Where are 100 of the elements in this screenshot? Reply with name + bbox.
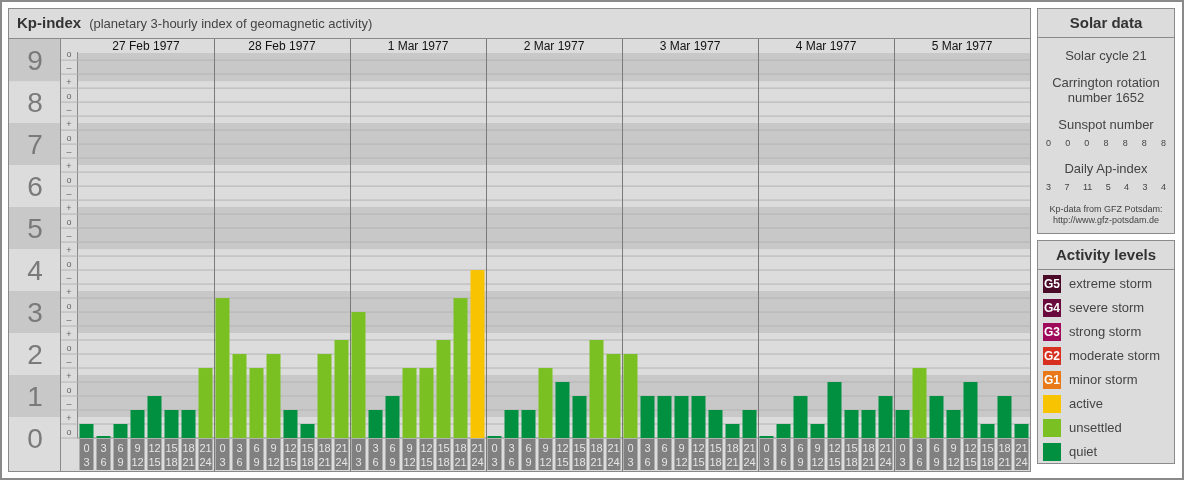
x-tick-label: 0 3 <box>491 442 498 468</box>
time-label: 21 24 <box>470 439 485 470</box>
chart-subtitle: (planetary 3-hourly index of geomagnetic activity) <box>89 14 373 33</box>
kp-axis-label: 0 <box>27 423 43 454</box>
time-label: 18 21 <box>997 439 1012 470</box>
time-label: 6 9 <box>929 439 944 470</box>
x-tick-label: 0 3 <box>627 442 634 468</box>
kp-sub-label: – <box>66 273 72 284</box>
kp-axis-label: 9 <box>27 45 43 77</box>
time-label: 18 21 <box>861 439 876 470</box>
time-label: 0 3 <box>623 439 638 470</box>
kp-axis-label: 1 <box>27 381 43 412</box>
time-label: 3 6 <box>368 439 383 470</box>
time-label: 0 3 <box>351 439 366 470</box>
panel-title: Activity levels <box>1038 241 1174 270</box>
time-label: 6 9 <box>113 439 128 470</box>
credit-link[interactable]: http://www.gfz-potsdam.de <box>1052 215 1160 226</box>
kp-sub-label: o <box>66 91 72 102</box>
level-label: active <box>1069 395 1103 414</box>
ap-index-label: Daily Ap-index <box>1064 161 1148 176</box>
time-label: 0 3 <box>215 439 230 470</box>
date-label: 28 Feb 1977 <box>248 39 316 53</box>
solar-cycle-text: Solar cycle 21 <box>1065 48 1147 63</box>
kp-sub-label: o <box>66 301 72 312</box>
kp-sub-label: + <box>66 119 72 130</box>
kp-axis-label: 2 <box>27 339 43 371</box>
x-tick-label: 6 9 <box>661 442 668 468</box>
time-label: 6 9 <box>249 439 264 470</box>
kp-sub-label: + <box>66 329 72 340</box>
time-label: 9 12 <box>946 439 961 470</box>
time-label: 18 21 <box>589 439 604 470</box>
kp-sub-label: o <box>66 175 72 186</box>
time-label: 3 6 <box>912 439 927 470</box>
date-label: 2 Mar 1977 <box>523 39 585 53</box>
kp-sub-label: – <box>66 231 72 242</box>
kp-axis-label: 8 <box>27 87 43 119</box>
kp-sub-label: + <box>66 203 72 214</box>
rotation-text: Carrington rotation number 1652 <box>1051 75 1161 105</box>
kp-sub-label: – <box>66 315 72 326</box>
time-label: 6 9 <box>521 439 536 470</box>
kp-sub-label: + <box>66 371 72 381</box>
time-label: 0 3 <box>759 439 774 470</box>
time-label: 0 3 <box>79 439 94 470</box>
kp-axis-label: 6 <box>27 171 43 203</box>
x-tick-label: 3 6 <box>644 442 651 468</box>
time-label: 12 15 <box>283 439 298 470</box>
kp-sub-label: – <box>66 357 72 368</box>
x-tick-label: 3 6 <box>372 442 379 468</box>
time-label: 21 24 <box>1014 439 1029 470</box>
x-tick-label: 0 3 <box>763 442 770 468</box>
chart-title: Kp-index <box>17 13 82 34</box>
level-label: severe storm <box>1069 299 1145 318</box>
x-tick-label: 6 9 <box>117 442 124 468</box>
time-label: 15 18 <box>980 439 995 470</box>
time-label: 6 9 <box>385 439 400 470</box>
x-tick-label: 6 9 <box>389 442 396 468</box>
level-label: strong storm <box>1069 323 1142 342</box>
time-label: 9 12 <box>266 439 281 470</box>
time-label: 6 9 <box>657 439 672 470</box>
x-tick-label: 0 3 <box>899 442 906 468</box>
time-label: 12 15 <box>555 439 570 470</box>
time-label: 12 15 <box>827 439 842 470</box>
level-label: extreme storm <box>1069 275 1153 294</box>
time-label: 15 18 <box>708 439 723 470</box>
time-label: 18 21 <box>725 439 740 470</box>
time-label: 15 18 <box>436 439 451 470</box>
time-label: 3 6 <box>776 439 791 470</box>
x-tick-label: 3 6 <box>780 442 787 468</box>
kp-sub-label: + <box>66 161 72 172</box>
time-label: 9 12 <box>130 439 145 470</box>
time-label: 0 3 <box>487 439 502 470</box>
kp-axis-label: 4 <box>27 255 43 287</box>
kp-sub-label: o <box>66 427 72 437</box>
time-label: 21 24 <box>606 439 621 470</box>
level-label: minor storm <box>1069 371 1138 390</box>
kp-axis-label: 5 <box>27 213 43 245</box>
level-label: unsettled <box>1069 419 1122 438</box>
time-label: 3 6 <box>504 439 519 470</box>
kp-sub-label: + <box>66 77 72 88</box>
ap-index-value: 5 <box>1105 181 1111 194</box>
storm-level-badge: G1 <box>1043 371 1061 389</box>
kp-sub-label: + <box>66 413 72 423</box>
time-label: 15 18 <box>844 439 859 470</box>
ap-index-value: 7 <box>1064 181 1070 194</box>
sunspot-value: 0 <box>1046 137 1051 150</box>
time-label: 21 24 <box>878 439 893 470</box>
time-label: 21 24 <box>742 439 757 470</box>
time-label: 18 21 <box>181 439 196 470</box>
kp-sub-label: o <box>66 385 72 395</box>
date-label: 5 Mar 1977 <box>931 39 993 53</box>
storm-level-badge: G2 <box>1043 347 1061 365</box>
kp-sub-label: o <box>66 259 72 270</box>
x-tick-label: 6 9 <box>253 442 260 468</box>
kp-sub-label: – <box>66 63 72 74</box>
level-label: moderate storm <box>1069 347 1161 366</box>
ap-index-value: 4 <box>1160 181 1166 194</box>
time-label: 9 12 <box>810 439 825 470</box>
kp-sub-label: o <box>66 49 72 60</box>
time-label: 9 12 <box>538 439 553 470</box>
kp-sub-label: + <box>66 287 72 298</box>
